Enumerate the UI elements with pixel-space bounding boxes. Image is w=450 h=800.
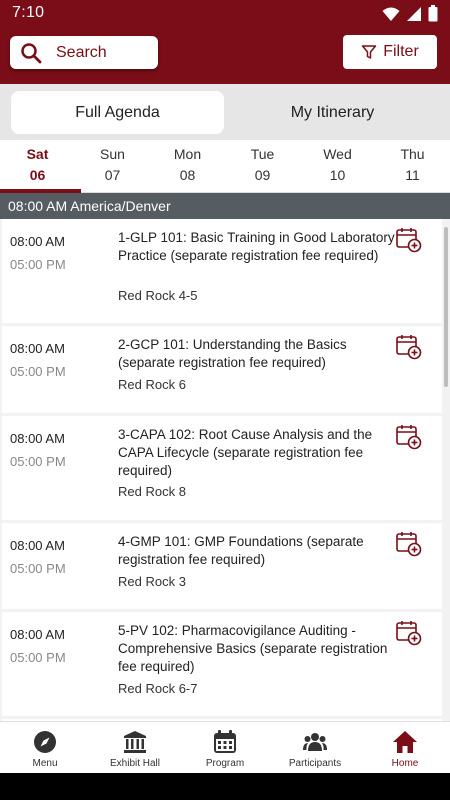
scrollbar[interactable] [444,227,448,387]
nav-menu[interactable]: Menu [0,722,90,774]
day-number: 08 [179,167,196,183]
session-end-time: 05:00 PM [10,364,66,379]
status-icons [382,5,438,22]
agenda-tabs: Full Agenda My Itinerary [0,84,450,140]
day-name: Mon [173,146,202,162]
nav-label: Exhibit Hall [109,758,161,769]
day-number: 11 [405,167,420,183]
battery-icon [428,5,438,22]
session-start-time: 08:00 AM [10,234,65,249]
nav-label: Program [205,758,245,769]
day-name: Sun [100,146,125,162]
system-nav-bar [0,773,450,800]
add-to-calendar-icon[interactable] [396,531,422,557]
add-to-calendar-icon[interactable] [396,424,422,450]
session-list[interactable]: 08:00 AM 05:00 PM 1-GLP 101: Basic Train… [0,219,450,721]
session-start-time: 08:00 AM [10,341,65,356]
day-tab-mon[interactable]: Mon 08 [150,140,225,192]
session-end-time: 05:00 PM [10,561,66,576]
search-button[interactable]: Search [10,36,158,69]
session-room: Red Rock 3 [118,574,186,589]
session-start-time: 08:00 AM [10,431,65,446]
calendar-icon [214,730,236,753]
day-number: 10 [329,167,346,183]
signal-icon [407,6,421,21]
bottom-nav: Menu Exhibit Hall Program Participants H… [0,721,450,773]
session-start-time: 08:00 AM [10,538,65,553]
session-title: 4-GMP 101: GMP Foundations (separate reg… [118,534,364,567]
nav-home[interactable]: Home [360,722,450,774]
nav-label: Menu [32,758,58,769]
session-end-time: 05:00 PM [10,650,66,665]
tab-my-itinerary[interactable]: My Itinerary [226,91,439,134]
session-start-time: 08:00 AM [10,627,65,642]
session-room: Red Rock 6-7 [118,681,198,696]
search-icon [21,42,42,63]
tab-full-agenda[interactable]: Full Agenda [11,91,224,134]
wifi-icon [382,7,400,21]
session-title: 2-GCP 101: Understanding the Basics (sep… [118,337,347,370]
top-bar: Search Filter [0,28,450,84]
session-card[interactable]: 08:00 AM 05:00 PM 3-CAPA 102: Root Cause… [2,416,442,520]
timezone-header: 08:00 AM America/Denver [0,193,450,219]
day-number: 07 [104,167,121,183]
add-to-calendar-icon[interactable] [396,334,422,360]
status-bar: 7:10 [0,0,450,28]
day-tab-wed[interactable]: Wed 10 [300,140,375,192]
day-number: 06 [29,167,46,183]
session-title: 5-PV 102: Pharmacovigilance Auditing - C… [118,623,388,674]
session-room: Red Rock 8 [118,484,186,499]
day-name: Wed [323,146,352,162]
home-icon [393,731,417,753]
session-card[interactable]: 08:00 AM 05:00 PM 4-GMP 101: GMP Foundat… [2,523,442,609]
session-card[interactable]: 08:00 AM 05:00 PM 5-PV 102: Pharmacovigi… [2,612,442,716]
nav-participants[interactable]: Participants [270,722,360,774]
nav-label: Home [391,758,419,769]
session-title: 3-CAPA 102: Root Cause Analysis and the … [118,427,373,478]
session-end-time: 05:00 PM [10,257,66,272]
day-tab-thu[interactable]: Thu 11 [375,140,450,192]
session-end-time: 05:00 PM [10,454,66,469]
add-to-calendar-icon[interactable] [396,227,422,253]
day-tab-tue[interactable]: Tue 09 [225,140,300,192]
filter-icon [361,45,377,59]
building-icon [124,731,146,753]
session-room: Red Rock 6 [118,377,186,392]
session-card[interactable]: 08:00 AM 05:00 PM 1-GLP 101: Basic Train… [2,219,442,323]
session-title: 1-GLP 101: Basic Training in Good Labora… [118,230,395,263]
filter-button[interactable]: Filter [343,35,437,69]
nav-program[interactable]: Program [180,722,270,774]
search-label: Search [56,43,107,61]
day-name: Tue [250,146,275,162]
add-to-calendar-icon[interactable] [396,620,422,646]
status-time: 7:10 [12,4,45,21]
compass-icon [34,731,56,753]
day-tab-sun[interactable]: Sun 07 [75,140,150,192]
nav-exhibit-hall[interactable]: Exhibit Hall [90,722,180,774]
day-name: Thu [400,146,425,162]
filter-label: Filter [383,43,419,60]
session-room: Red Rock 4-5 [118,288,198,303]
day-tab-sat[interactable]: Sat 06 [0,140,81,193]
nav-label: Participants [288,758,342,769]
session-card[interactable]: 08:00 AM 05:00 PM 2-GCP 101: Understandi… [2,326,442,413]
day-selector: Sat 06 Sun 07 Mon 08 Tue 09 Wed 10 Thu 1… [0,140,450,193]
day-name: Sat [26,146,49,162]
people-icon [303,733,327,751]
day-number: 09 [254,167,271,183]
